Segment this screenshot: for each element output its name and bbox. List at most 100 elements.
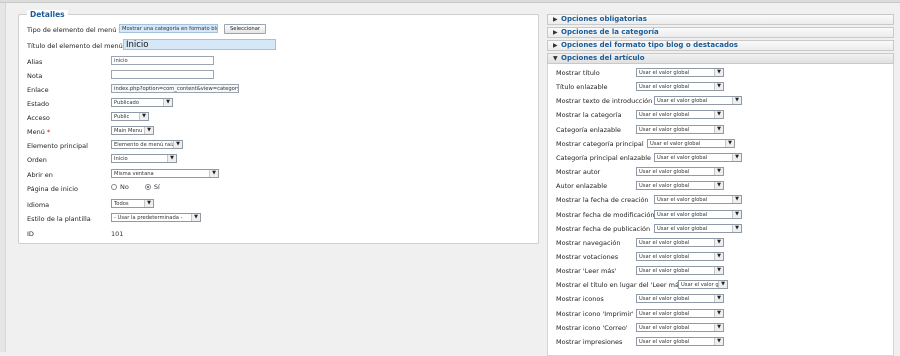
panel-category-options[interactable]: ▶ Opciones de la categoría (547, 27, 894, 38)
top-border (0, 0, 900, 3)
article-option-select[interactable]: Usar el valor global ▼ (654, 96, 742, 106)
title-input[interactable]: Inicio (123, 39, 276, 50)
article-option-select[interactable]: Usar el valor global ▼ (636, 167, 724, 177)
label-open-in: Abrir en (27, 171, 53, 179)
chevron-down-icon: ▼ (139, 113, 148, 120)
parent-select[interactable]: Elemento de menú raíz ▼ (111, 140, 183, 149)
article-option-label: Mostrar título (556, 69, 600, 77)
chevron-down-icon: ▼ (714, 111, 723, 119)
status-select[interactable]: Publicado ▼ (111, 98, 173, 107)
row-id: ID 101 (27, 228, 532, 240)
article-option-label: Mostrar categoría principal (556, 139, 644, 148)
article-option-select[interactable]: Usar el valor global ▼ (636, 294, 724, 304)
article-option-select[interactable]: Usar el valor global ▼ (636, 322, 724, 332)
left-edge (0, 3, 6, 352)
chevron-down-icon: ▼ (714, 69, 723, 76)
label-menu: Menú (27, 128, 45, 136)
label-order: Orden (27, 156, 47, 164)
home-radio-no[interactable]: No (111, 183, 129, 191)
chevron-down-icon: ▼ (714, 182, 723, 190)
details-legend: Detalles (27, 10, 68, 19)
article-option-select[interactable]: Usar el valor global ▼ (654, 209, 742, 219)
article-option-select[interactable]: Usar el valor global ▼ (636, 251, 724, 261)
row-order: Orden Inicio ▼ (27, 154, 532, 166)
label-template-style: Estilo de la plantilla (27, 215, 91, 223)
row-template-style: Estilo de la plantilla - Usar la predete… (27, 213, 532, 225)
panel-required-options[interactable]: ▶ Opciones obligatorias (547, 14, 894, 25)
chevron-down-icon: ▼ (167, 155, 176, 162)
open-in-select[interactable]: Misma ventana ▼ (111, 169, 219, 178)
row-open-in: Abrir en Misma ventana ▼ (27, 169, 532, 181)
article-option-select[interactable]: Usar el valor global ▼ (654, 223, 742, 233)
template-style-select[interactable]: - Usar la predeterminada - ▼ (111, 213, 201, 222)
link-input[interactable]: index.php?option=com_content&view=catego… (111, 84, 239, 93)
home-radio-yes[interactable]: Sí (144, 183, 160, 191)
label-link: Enlace (27, 86, 49, 94)
panel-article-options[interactable]: ▼ Opciones del artículo (547, 53, 894, 64)
article-option-select[interactable]: Usar el valor global ▼ (636, 68, 724, 77)
chevron-down-icon: ▼ (191, 214, 200, 221)
panel-blog-layout-options[interactable]: ▶ Opciones del formato tipo blog o destac… (547, 40, 894, 51)
label-alias: Alias (27, 58, 43, 66)
article-option-label: Mostrar 'Leer más' (556, 267, 617, 276)
chevron-down-icon: ▼ (714, 337, 723, 345)
label-parent: Elemento principal (27, 142, 88, 150)
article-option-label: Título enlazable (556, 83, 608, 92)
row-status: Estado Publicado ▼ (27, 98, 532, 110)
row-menu: Menú * Main Menu ▼ (27, 126, 532, 138)
article-option-select[interactable]: Usar el valor global ▼ (636, 124, 724, 134)
menu-item-type-field[interactable]: Mostrar una categoría en formato blog (119, 24, 218, 33)
triangle-right-icon: ▶ (553, 29, 558, 36)
id-value: 101 (111, 230, 124, 238)
article-option-label: Mostrar fecha de modificación (556, 210, 655, 219)
label-home: Página de inicio (27, 185, 78, 193)
article-option-select[interactable]: Usar el valor global ▼ (636, 110, 724, 120)
article-option-label: Mostrar la fecha de creación (556, 196, 649, 205)
article-option-select[interactable]: Usar el valor global ▼ (647, 138, 735, 148)
article-option-label: Mostrar impresiones (556, 337, 623, 346)
select-type-button[interactable]: Seleccionar (224, 24, 267, 34)
label-status: Estado (27, 100, 50, 108)
article-option-select[interactable]: Usar el valor global ▼ (678, 280, 728, 290)
article-option-select[interactable]: Usar el valor global ▼ (636, 82, 724, 92)
article-option-label: Mostrar votaciones (556, 252, 619, 261)
details-fieldset: Detalles Tipo de elemento del menú * Mos… (18, 10, 539, 244)
chevron-down-icon: ▼ (144, 200, 153, 207)
row-link: Enlace index.php?option=com_content&view… (27, 84, 532, 96)
article-option-select[interactable]: Usar el valor global ▼ (654, 152, 742, 162)
article-option-label: Categoría principal enlazable (556, 153, 652, 162)
chevron-down-icon: ▼ (714, 83, 723, 91)
options-panel: ▶ Opciones obligatorias ▶ Opciones de la c… (547, 14, 894, 356)
chevron-down-icon: ▼ (732, 224, 741, 232)
chevron-down-icon: ▼ (714, 295, 723, 303)
article-option-select[interactable]: Usar el valor global ▼ (636, 308, 724, 318)
access-select[interactable]: Public ▼ (111, 112, 149, 121)
radio-selected-icon (144, 184, 151, 190)
order-select[interactable]: Inicio ▼ (111, 154, 177, 163)
article-option-select[interactable]: Usar el valor global ▼ (654, 195, 742, 205)
label-id: ID (27, 230, 34, 238)
chevron-down-icon: ▼ (714, 323, 723, 331)
chevron-down-icon: ▼ (144, 127, 153, 134)
article-option-select[interactable]: Usar el valor global ▼ (636, 237, 724, 247)
article-option-select[interactable]: Usar el valor global ▼ (636, 266, 724, 276)
alias-input[interactable]: inicio (111, 56, 214, 65)
language-select[interactable]: Todos ▼ (111, 199, 154, 208)
chevron-down-icon: ▼ (732, 210, 741, 218)
chevron-down-icon: ▼ (732, 153, 741, 161)
chevron-down-icon: ▼ (714, 238, 723, 246)
row-title: Título del elemento del menú * Inicio (27, 39, 532, 51)
label-language: Idioma (27, 201, 50, 209)
label-note: Nota (27, 72, 43, 80)
note-input[interactable] (111, 70, 214, 79)
menu-select[interactable]: Main Menu ▼ (111, 126, 154, 135)
article-option-label: Mostrar fecha de publicación (556, 224, 651, 233)
article-option-select[interactable]: Usar el valor global ▼ (636, 181, 724, 191)
row-alias: Alias inicio (27, 56, 532, 68)
chevron-down-icon: ▼ (714, 252, 723, 260)
article-option-select[interactable]: Usar el valor global ▼ (636, 336, 724, 346)
article-option-label: Mostrar autor (556, 168, 601, 177)
chevron-down-icon: ▼ (725, 139, 734, 147)
chevron-down-icon: ▼ (714, 267, 723, 275)
article-option-label: Mostrar icono 'Imprimir' (556, 309, 634, 318)
